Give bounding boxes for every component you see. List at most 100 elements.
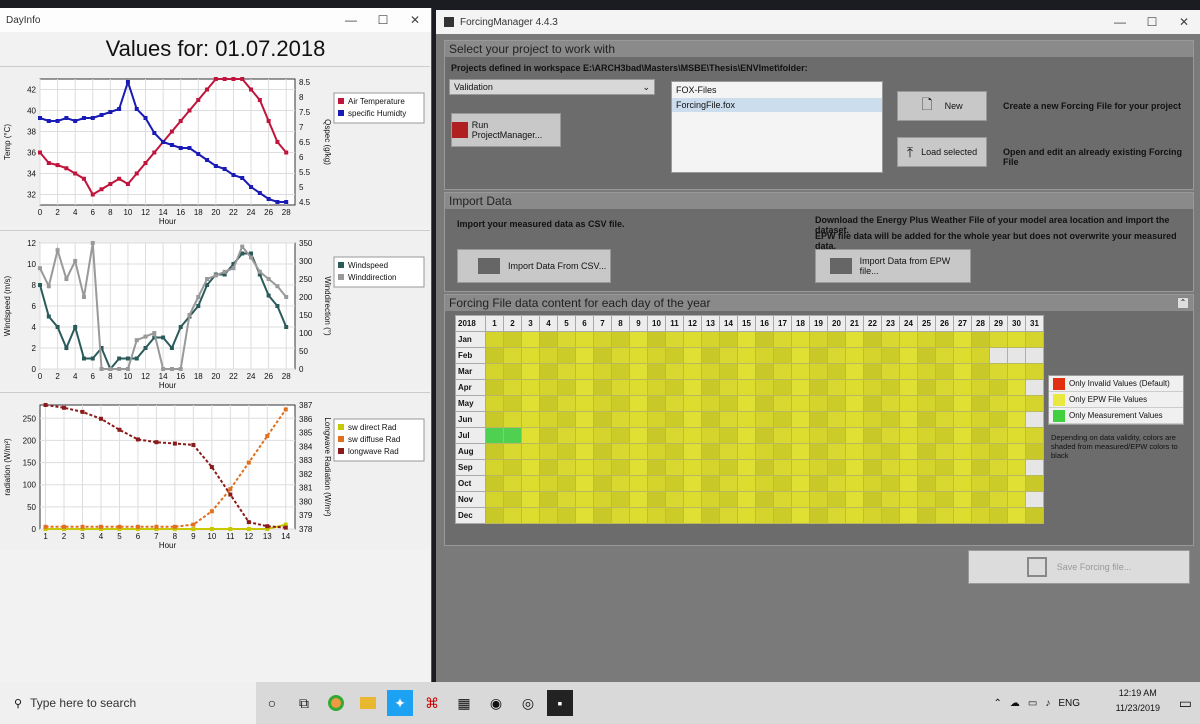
day-cell[interactable]: [791, 347, 810, 364]
day-cell[interactable]: [683, 491, 702, 508]
day-cell[interactable]: [917, 443, 936, 460]
day-cell[interactable]: [629, 507, 648, 524]
language-indicator[interactable]: ENG: [1058, 698, 1080, 709]
day-cell[interactable]: [593, 331, 612, 348]
day-cell[interactable]: [953, 459, 972, 476]
day-cell[interactable]: [863, 459, 882, 476]
day-cell[interactable]: [773, 331, 792, 348]
day-cell[interactable]: [809, 443, 828, 460]
day-cell[interactable]: [629, 427, 648, 444]
day-cell[interactable]: [683, 331, 702, 348]
day-cell[interactable]: [593, 395, 612, 412]
day-cell[interactable]: [611, 475, 630, 492]
day-cell[interactable]: [1007, 491, 1026, 508]
day-cell[interactable]: [737, 491, 756, 508]
day-cell[interactable]: [629, 395, 648, 412]
day-cell[interactable]: [521, 475, 540, 492]
day-cell[interactable]: [701, 475, 720, 492]
day-cell[interactable]: [629, 411, 648, 428]
day-cell[interactable]: [719, 427, 738, 444]
day-cell[interactable]: [557, 427, 576, 444]
day-cell[interactable]: [611, 459, 630, 476]
day-cell[interactable]: [935, 475, 954, 492]
day-cell[interactable]: [701, 507, 720, 524]
app-icon[interactable]: ◉: [483, 690, 509, 716]
list-item[interactable]: ForcingFile.fox: [672, 98, 882, 112]
day-cell[interactable]: [593, 491, 612, 508]
day-cell[interactable]: [989, 459, 1008, 476]
day-cell[interactable]: [485, 475, 504, 492]
day-cell[interactable]: [593, 443, 612, 460]
day-cell[interactable]: [737, 507, 756, 524]
day-cell[interactable]: [935, 491, 954, 508]
day-cell[interactable]: [485, 395, 504, 412]
day-cell[interactable]: [953, 347, 972, 364]
day-cell[interactable]: [755, 443, 774, 460]
day-cell[interactable]: [701, 331, 720, 348]
day-cell[interactable]: [899, 427, 918, 444]
day-cell[interactable]: [971, 379, 990, 396]
day-cell[interactable]: [521, 347, 540, 364]
day-cell[interactable]: [845, 427, 864, 444]
day-cell[interactable]: [647, 475, 666, 492]
day-cell[interactable]: [485, 443, 504, 460]
day-cell[interactable]: [917, 347, 936, 364]
day-cell[interactable]: [503, 347, 522, 364]
day-cell[interactable]: [485, 331, 504, 348]
day-cell[interactable]: [935, 363, 954, 380]
day-cell[interactable]: [863, 331, 882, 348]
day-cell[interactable]: [935, 347, 954, 364]
day-cell[interactable]: [629, 347, 648, 364]
day-cell[interactable]: [665, 475, 684, 492]
close-icon[interactable]: ✕: [1168, 10, 1200, 34]
day-cell[interactable]: [917, 491, 936, 508]
forcingmanager-icon[interactable]: ▪: [547, 690, 573, 716]
day-cell[interactable]: [917, 363, 936, 380]
day-cell[interactable]: [953, 491, 972, 508]
day-cell[interactable]: [539, 411, 558, 428]
day-cell[interactable]: [629, 363, 648, 380]
day-cell[interactable]: [647, 411, 666, 428]
day-cell[interactable]: [827, 411, 846, 428]
day-cell[interactable]: [737, 443, 756, 460]
day-cell[interactable]: [611, 491, 630, 508]
day-cell[interactable]: [701, 491, 720, 508]
day-cell[interactable]: [935, 443, 954, 460]
day-cell[interactable]: [611, 507, 630, 524]
day-cell[interactable]: [809, 363, 828, 380]
day-cell[interactable]: [1025, 427, 1044, 444]
day-cell[interactable]: [647, 427, 666, 444]
day-cell[interactable]: [521, 379, 540, 396]
day-cell[interactable]: [503, 411, 522, 428]
day-cell[interactable]: [845, 507, 864, 524]
cloud-icon[interactable]: ☁: [1010, 698, 1020, 709]
day-cell[interactable]: [845, 331, 864, 348]
day-cell[interactable]: [953, 379, 972, 396]
photos-icon[interactable]: ▦: [451, 690, 477, 716]
day-cell[interactable]: [791, 427, 810, 444]
day-cell[interactable]: [755, 475, 774, 492]
chevron-up-icon[interactable]: ⌃: [993, 698, 1001, 709]
day-cell[interactable]: [611, 443, 630, 460]
day-cell[interactable]: [989, 427, 1008, 444]
day-cell[interactable]: [557, 395, 576, 412]
day-cell[interactable]: [611, 395, 630, 412]
day-cell[interactable]: [809, 427, 828, 444]
volume-icon[interactable]: ♪: [1045, 698, 1050, 709]
day-cell[interactable]: [899, 475, 918, 492]
chrome-icon[interactable]: [323, 690, 349, 716]
file-explorer-icon[interactable]: [355, 690, 381, 716]
day-cell[interactable]: [557, 363, 576, 380]
day-cell[interactable]: [863, 491, 882, 508]
day-cell[interactable]: [575, 347, 594, 364]
day-cell[interactable]: [989, 443, 1008, 460]
day-cell[interactable]: [917, 475, 936, 492]
day-cell[interactable]: [755, 411, 774, 428]
list-item[interactable]: FOX-Files: [672, 82, 882, 98]
day-cell[interactable]: [755, 395, 774, 412]
day-cell[interactable]: [665, 411, 684, 428]
day-cell[interactable]: [863, 379, 882, 396]
day-cell[interactable]: [1007, 379, 1026, 396]
day-cell[interactable]: [557, 459, 576, 476]
task-view-icon[interactable]: ⧉: [291, 690, 317, 716]
